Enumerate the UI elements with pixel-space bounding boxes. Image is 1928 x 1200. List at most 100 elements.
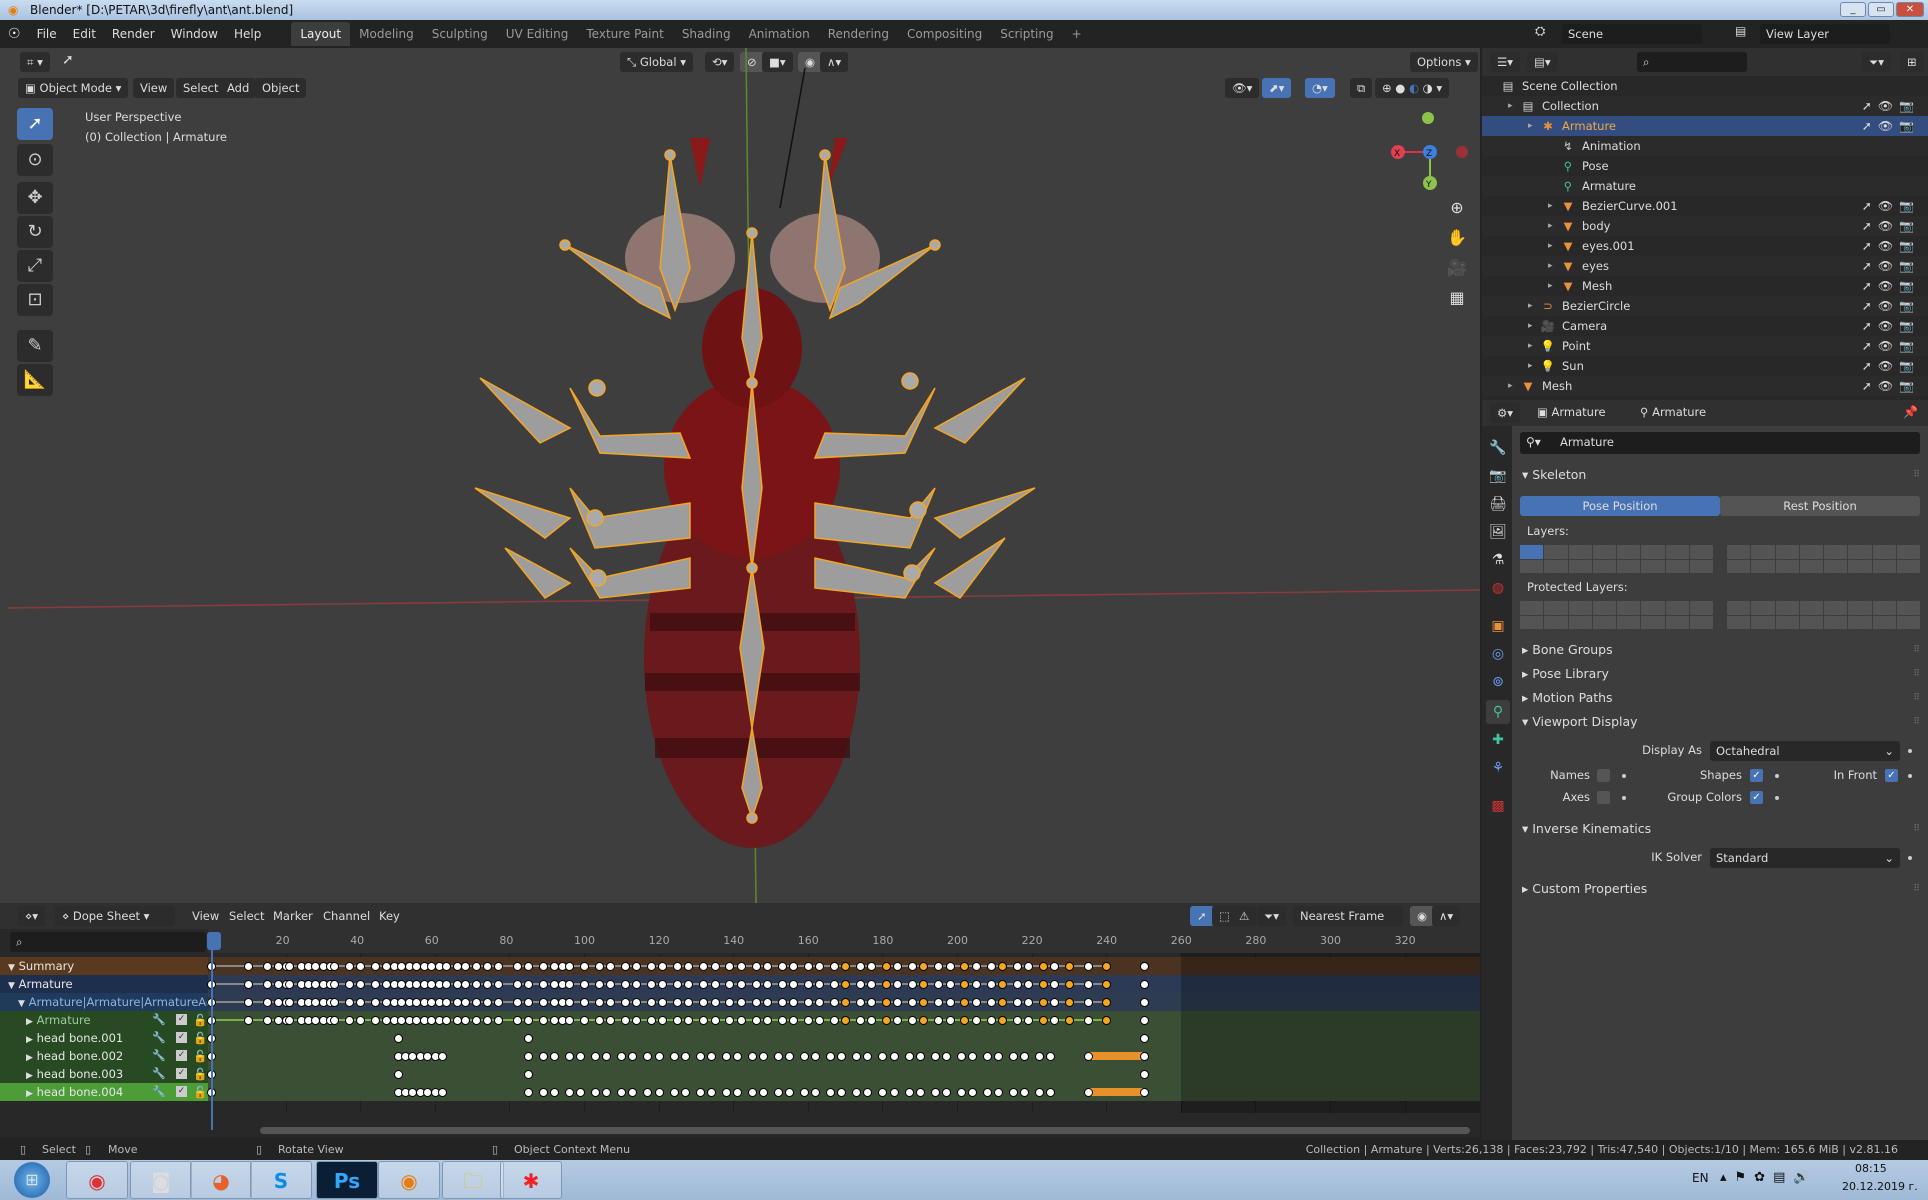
view-layer-tab-icon[interactable]: 🖼: [1486, 520, 1510, 544]
keyframe[interactable]: [1023, 998, 1033, 1007]
keyframe[interactable]: [908, 980, 918, 989]
keyframe[interactable]: [1023, 980, 1033, 989]
language-indicator[interactable]: EN: [1692, 1171, 1709, 1185]
keyframe[interactable]: [565, 998, 575, 1007]
dope-menu-channel[interactable]: Channel: [316, 906, 377, 926]
keyframe[interactable]: [483, 998, 493, 1007]
keyframe[interactable]: [1035, 1052, 1045, 1061]
outliner-row[interactable]: ▸ ▼ body ➚👁📷: [1482, 216, 1928, 236]
keyframe[interactable]: [371, 980, 381, 989]
channel-group[interactable]: ▶ head bone.004 🔧 ✓ 🔓: [0, 1083, 208, 1101]
keyframe[interactable]: [762, 1016, 772, 1025]
keyframe[interactable]: [471, 998, 481, 1007]
menu-edit[interactable]: Edit: [65, 27, 104, 41]
keyframe[interactable]: [1139, 1016, 1149, 1025]
keyframe[interactable]: [800, 1088, 810, 1097]
channel-group[interactable]: ▶ head bone.003 🔧 ✓ 🔓: [0, 1065, 208, 1083]
expand-arrow-icon[interactable]: ▸: [1548, 196, 1553, 216]
keyframe[interactable]: [856, 998, 866, 1007]
keyframe[interactable]: [803, 980, 813, 989]
keyframe[interactable]: [580, 962, 589, 971]
keyframe[interactable]: [330, 962, 340, 971]
outliner-row[interactable]: ▸ ▼ BezierCurve.001 ➚👁📷: [1482, 196, 1928, 216]
keyframe[interactable]: [814, 998, 824, 1007]
keyframe[interactable]: [524, 998, 534, 1007]
keyframe[interactable]: [1049, 962, 1059, 971]
keyframe[interactable]: [889, 1088, 899, 1097]
restrict-toggles[interactable]: ➚👁📷: [1862, 376, 1920, 396]
keyframe[interactable]: [934, 1016, 944, 1025]
keyframe[interactable]: [777, 962, 787, 971]
keyframe[interactable]: [330, 998, 340, 1007]
keyframe[interactable]: [356, 980, 366, 989]
dope-mode-dropdown[interactable]: ⋄ Dope Sheet ▾: [55, 906, 175, 926]
keyframe[interactable]: [841, 962, 851, 971]
keyframe[interactable]: [919, 980, 929, 989]
keyframe[interactable]: [1020, 1052, 1030, 1061]
keyframe[interactable]: [524, 1034, 534, 1043]
current-frame-indicator[interactable]: [207, 932, 221, 950]
in-front-checkbox[interactable]: ✓: [1885, 769, 1898, 782]
keyframe[interactable]: [893, 962, 903, 971]
keyframe[interactable]: [986, 1016, 996, 1025]
keyframe[interactable]: [1139, 1034, 1149, 1043]
keyframe[interactable]: [483, 1016, 493, 1025]
animate-property-dot[interactable]: [1622, 774, 1626, 778]
keyframe[interactable]: [1038, 962, 1048, 971]
section-bone-groups[interactable]: ▸ Bone Groups ⠿: [1514, 639, 1924, 661]
keyframe[interactable]: [673, 980, 683, 989]
keyframe[interactable]: [591, 1088, 601, 1097]
keyframe[interactable]: [904, 1052, 914, 1061]
errors-toggle[interactable]: ⚠: [1232, 906, 1257, 926]
outliner-row[interactable]: ▸ ▼ Mesh ➚👁📷: [1482, 276, 1928, 296]
keyframe[interactable]: [882, 962, 892, 971]
keyframe[interactable]: [785, 1052, 795, 1061]
keyframe[interactable]: [699, 962, 709, 971]
maximize-button[interactable]: ▭: [1868, 2, 1894, 17]
expand-arrow-icon[interactable]: ▸: [1548, 256, 1553, 276]
keyframe[interactable]: [550, 1088, 560, 1097]
rest-position-button[interactable]: Rest Position: [1720, 496, 1920, 516]
close-button[interactable]: ✕: [1896, 2, 1924, 17]
new-collection-button[interactable]: ⊞: [1900, 52, 1924, 72]
keyframe[interactable]: [244, 998, 254, 1007]
keyframe[interactable]: [725, 1016, 735, 1025]
keyframe[interactable]: [867, 980, 877, 989]
keyframe[interactable]: [971, 1016, 981, 1025]
keyframe[interactable]: [538, 998, 548, 1007]
keyframe[interactable]: [673, 1016, 683, 1025]
texture-tab-icon[interactable]: ▩: [1486, 794, 1510, 818]
keyframe[interactable]: [658, 962, 668, 971]
keyframe[interactable]: [997, 962, 1007, 971]
keyframe[interactable]: [867, 998, 877, 1007]
mute-checkbox[interactable]: ✓: [176, 1068, 187, 1079]
expand-arrow-icon[interactable]: ▸: [1528, 116, 1533, 136]
keyframe[interactable]: [829, 1016, 839, 1025]
modifier-wrench-icon[interactable]: 🔧: [152, 1047, 166, 1065]
keyframe[interactable]: [736, 962, 746, 971]
keyframe[interactable]: [602, 1052, 612, 1061]
keyframe[interactable]: [930, 1052, 940, 1061]
keyframe[interactable]: [706, 1088, 716, 1097]
tab-uv-editing[interactable]: UV Editing: [497, 22, 578, 46]
view-layer-selector[interactable]: View Layer: [1760, 24, 1890, 44]
keyframe[interactable]: [878, 1052, 888, 1061]
keyframe[interactable]: [960, 980, 970, 989]
keyframe[interactable]: [643, 1088, 653, 1097]
keyframe[interactable]: [1049, 980, 1059, 989]
keyframe[interactable]: [524, 962, 534, 971]
keyframe[interactable]: [345, 962, 354, 971]
keyframe[interactable]: [1008, 1052, 1018, 1061]
keyframe[interactable]: [680, 1088, 690, 1097]
menu-render[interactable]: Render: [104, 27, 163, 41]
keyframe[interactable]: [919, 962, 929, 971]
keyframe[interactable]: [852, 1088, 862, 1097]
keyframe[interactable]: [732, 1088, 742, 1097]
minimize-button[interactable]: _: [1840, 2, 1866, 17]
mute-checkbox[interactable]: ✓: [176, 1032, 187, 1043]
keyframe[interactable]: [647, 962, 657, 971]
keyframe[interactable]: [673, 998, 683, 1007]
animate-property-dot[interactable]: [1908, 774, 1912, 778]
keyframe[interactable]: [762, 998, 772, 1007]
keyframe[interactable]: [1083, 962, 1093, 971]
